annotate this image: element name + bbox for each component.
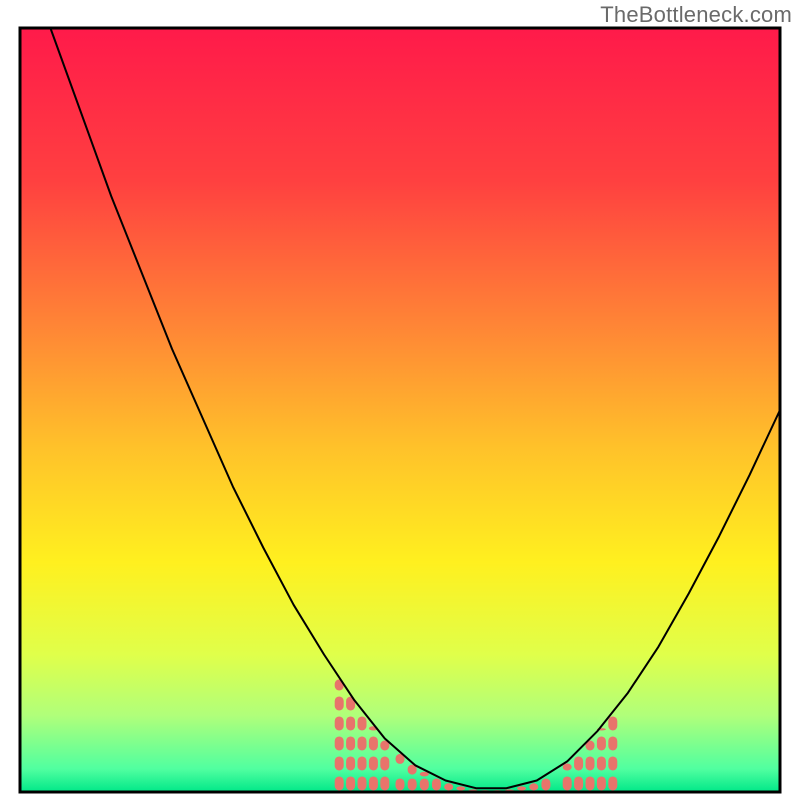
highlight-bar bbox=[597, 756, 606, 770]
highlight-bar bbox=[586, 776, 595, 790]
highlight-bar bbox=[432, 778, 441, 790]
highlight-bar bbox=[335, 776, 344, 790]
highlight-bar bbox=[335, 716, 344, 730]
watermark-text: TheBottleneck.com bbox=[600, 2, 792, 28]
highlight-bar bbox=[369, 756, 378, 770]
highlight-bar bbox=[335, 736, 344, 750]
highlight-bar bbox=[586, 756, 595, 770]
highlight-bar bbox=[346, 776, 355, 790]
highlight-bar bbox=[608, 756, 617, 770]
highlight-bar bbox=[505, 789, 514, 790]
highlight-bar bbox=[456, 786, 465, 790]
highlight-bar bbox=[608, 736, 617, 750]
highlight-bar bbox=[597, 736, 606, 750]
highlight-bar bbox=[529, 783, 538, 790]
highlight-bar bbox=[380, 756, 389, 770]
highlight-bar bbox=[574, 776, 583, 790]
highlight-bar bbox=[517, 786, 526, 790]
highlight-bar bbox=[420, 778, 429, 790]
highlight-bar bbox=[369, 776, 378, 790]
highlight-bar bbox=[346, 736, 355, 750]
chart-container: TheBottleneck.com bbox=[0, 0, 800, 800]
highlight-bar bbox=[369, 736, 378, 750]
highlight-bar bbox=[408, 778, 417, 790]
highlight-bar bbox=[541, 778, 550, 790]
highlight-bar bbox=[574, 756, 583, 770]
highlight-bar bbox=[358, 716, 367, 730]
highlight-bar bbox=[346, 716, 355, 730]
highlight-bar bbox=[358, 776, 367, 790]
highlight-bar bbox=[444, 783, 453, 790]
highlight-bar bbox=[396, 778, 405, 790]
highlight-bar bbox=[346, 756, 355, 770]
highlight-bar bbox=[563, 776, 572, 790]
highlight-bar bbox=[335, 696, 344, 710]
highlight-bar bbox=[358, 756, 367, 770]
highlight-bar bbox=[358, 736, 367, 750]
highlight-bar bbox=[335, 756, 344, 770]
highlight-bar bbox=[597, 776, 606, 790]
highlight-bar bbox=[608, 716, 617, 730]
highlight-bar bbox=[468, 789, 477, 790]
highlight-bar bbox=[380, 776, 389, 790]
plot-background bbox=[20, 28, 780, 792]
highlight-bar bbox=[608, 776, 617, 790]
bottleneck-chart bbox=[0, 0, 800, 800]
